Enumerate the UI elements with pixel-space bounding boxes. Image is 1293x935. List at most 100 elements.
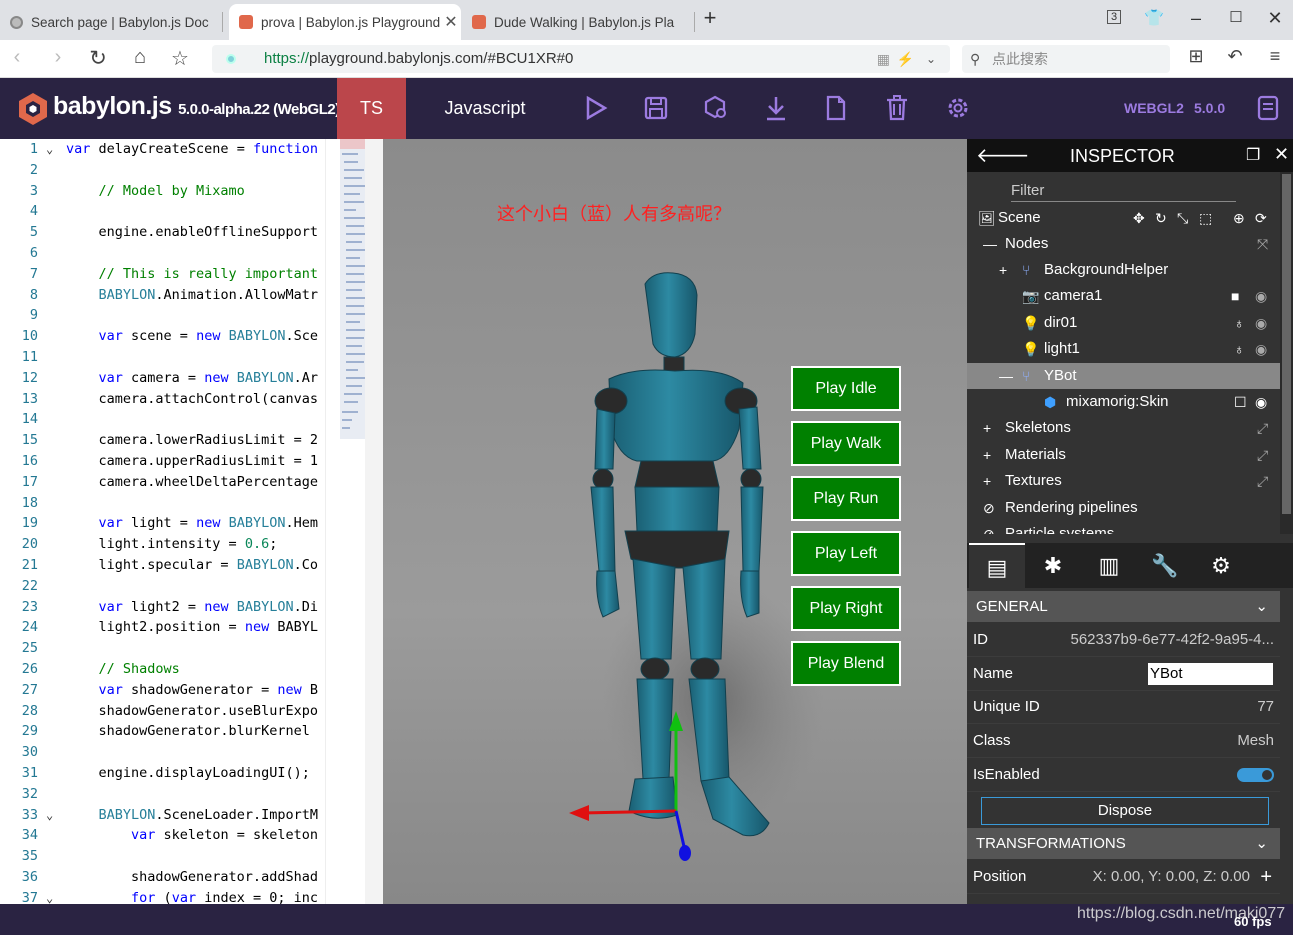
qr-code-icon[interactable]: ▦ [877, 45, 890, 73]
code-line[interactable]: camera.upperRadiusLimit = 1 [66, 453, 318, 469]
eye-icon[interactable]: ◉ [1255, 283, 1267, 309]
javascript-toggle[interactable]: Javascript [430, 78, 540, 139]
fold-chevron-icon[interactable]: ⌄ [46, 142, 53, 156]
expand-icon[interactable]: + [983, 415, 991, 441]
tree-item-backgroundhelper[interactable]: + ⑂ BackgroundHelper [967, 257, 1280, 283]
eye-icon[interactable]: ◉ [1255, 336, 1267, 362]
close-tab-icon[interactable]: ✕ [441, 12, 461, 32]
tree-item-scene[interactable]: 🖼 Scene ✥ ↻ ⤡ ⬚ ⊕ ⟳ [967, 205, 1280, 231]
code-editor[interactable]: 1 ⌄ var delayCreateScene = function 2 3 // M… [0, 139, 383, 904]
save-icon[interactable] [643, 94, 669, 122]
tree-item-nodes[interactable]: — Nodes ⤧ [967, 231, 1280, 257]
settings-gear-icon[interactable] [945, 94, 971, 122]
home-icon[interactable]: ⌂ [127, 46, 153, 69]
code-line[interactable]: shadowGenerator.useBlurExpo [66, 703, 318, 719]
play-run-button[interactable]: Play Run [791, 476, 901, 521]
menu-icon[interactable]: ≡ [1262, 46, 1288, 67]
new-tab-icon[interactable]: + [697, 5, 723, 31]
render-canvas[interactable] [383, 139, 967, 904]
transformations-section-header[interactable]: TRANSFORMATIONS ⌄ [967, 828, 1280, 859]
tree-item-skeletons[interactable]: + Skeletons ⤢ [967, 415, 1280, 441]
dispose-button[interactable]: Dispose [981, 797, 1269, 825]
maximize-icon[interactable]: ☐ [1223, 8, 1249, 26]
tree-item-particle-systems[interactable]: ⊘ Particle systems [967, 521, 1280, 534]
video-camera-icon[interactable]: ■ [1231, 283, 1239, 309]
code-line[interactable]: var shadowGenerator = new B [66, 682, 318, 698]
code-line[interactable]: for (var index = 0; inc [66, 890, 318, 904]
tab-count-badge[interactable]: 3 [1107, 10, 1121, 24]
back-icon[interactable]: ‹ [4, 46, 30, 69]
tree-item-ybot[interactable]: — ⑂ YBot [967, 363, 1280, 389]
code-line[interactable]: engine.displayLoadingUI(); [66, 765, 310, 781]
browser-tab[interactable]: Search page | Babylon.js Doc [0, 4, 222, 40]
light-toggle-icon[interactable]: ♁ [1234, 310, 1245, 336]
isenabled-toggle[interactable] [1237, 768, 1274, 782]
run-icon[interactable] [583, 94, 609, 122]
tree-item-textures[interactable]: + Textures ⤢ [967, 468, 1280, 494]
bounding-box-toggle-icon[interactable]: ☐ [1234, 389, 1247, 415]
code-line[interactable]: var delayCreateScene = function [66, 141, 318, 157]
search-box[interactable]: ⚲ 点此搜索 [962, 45, 1170, 73]
close-window-icon[interactable]: ✕ [1262, 8, 1288, 29]
bounding-box-icon[interactable]: ⬚ [1199, 205, 1212, 231]
download-icon[interactable] [763, 94, 789, 122]
code-line[interactable]: camera.wheelDeltaPercentage [66, 474, 318, 490]
code-line[interactable]: // This is really important [66, 266, 318, 282]
tree-item-skin[interactable]: ⬢ mixamorig:Skin ☐ ◉ [967, 389, 1280, 415]
tree-item-light1[interactable]: 💡 light1 ♁ ◉ [967, 336, 1280, 362]
minimize-icon[interactable]: – [1183, 8, 1209, 29]
close-inspector-icon[interactable]: ✕ [1274, 144, 1289, 165]
code-line[interactable]: // Shadows [66, 661, 180, 677]
play-left-button[interactable]: Play Left [791, 531, 901, 576]
reload-icon[interactable]: ↻ [85, 46, 111, 71]
light-toggle-icon[interactable]: ♁ [1234, 336, 1245, 362]
collapse-icon[interactable]: — [999, 363, 1013, 389]
new-file-icon[interactable] [823, 94, 849, 122]
browser-tab-active[interactable]: prova | Babylon.js Playground ✕ [229, 4, 461, 40]
code-line[interactable]: engine.enableOfflineSupport [66, 224, 318, 240]
name-input[interactable]: YBot [1148, 663, 1273, 685]
typescript-toggle[interactable]: TS [337, 78, 406, 139]
compress-icon[interactable]: ⤧ [1257, 231, 1268, 257]
fold-chevron-icon[interactable]: ⌄ [46, 891, 53, 904]
chevron-down-icon[interactable]: ⌄ [926, 45, 936, 73]
play-walk-button[interactable]: Play Walk [791, 421, 901, 466]
code-line[interactable]: light.intensity = 0.6; [66, 536, 278, 552]
address-bar[interactable]: https://playground.babylonjs.com/#BCU1XR… [212, 45, 950, 73]
filter-input[interactable]: Filter [1011, 182, 1236, 202]
rotate-gizmo-icon[interactable]: ↻ [1155, 205, 1167, 231]
eye-icon[interactable]: ◉ [1255, 389, 1267, 415]
code-line[interactable]: light.specular = BABYLON.Co [66, 557, 318, 573]
expand-icon[interactable]: + [983, 468, 991, 494]
code-line[interactable]: var skeleton = skeleton [66, 827, 318, 843]
expand-icon[interactable]: + [999, 257, 1007, 283]
inspector-tree-scrollbar[interactable] [1280, 172, 1293, 534]
lightning-icon[interactable]: ⚡ [897, 45, 914, 73]
play-right-button[interactable]: Play Right [791, 586, 901, 631]
translate-gizmo-icon[interactable]: ✥ [1133, 205, 1145, 231]
play-idle-button[interactable]: Play Idle [791, 366, 901, 411]
code-line[interactable]: BABYLON.Animation.AllowMatr [66, 287, 318, 303]
shirt-icon[interactable]: 👕 [1141, 8, 1167, 28]
expand-arrows-icon[interactable]: ⤢ [1257, 415, 1268, 441]
expand-plus-icon[interactable]: + [1260, 860, 1272, 894]
code-line[interactable]: shadowGenerator.addShad [66, 869, 318, 885]
expand-icon[interactable]: + [983, 442, 991, 468]
grid-apps-icon[interactable]: ⊞ [1183, 46, 1209, 67]
code-line[interactable]: var light2 = new BABYLON.Di [66, 599, 319, 615]
refresh-icon[interactable]: ⟳ [1255, 205, 1267, 231]
expand-arrows-icon[interactable]: ⤢ [1257, 468, 1268, 494]
tree-item-dir01[interactable]: 💡 dir01 ♁ ◉ [967, 310, 1280, 336]
expand-arrows-icon[interactable]: ⤢ [1257, 442, 1268, 468]
undo-icon[interactable]: ↶ [1222, 46, 1248, 67]
examples-icon[interactable] [1255, 94, 1281, 122]
general-section-header[interactable]: GENERAL ⌄ [967, 591, 1280, 622]
forward-icon[interactable]: › [45, 46, 71, 69]
popout-icon[interactable]: ❐ [1246, 145, 1260, 165]
tree-item-camera1[interactable]: 📷 camera1 ■ ◉ [967, 283, 1280, 309]
editor-scrollbar[interactable] [365, 139, 383, 904]
code-line[interactable]: shadowGenerator.blurKernel [66, 723, 318, 739]
crosshair-icon[interactable]: ⊕ [1233, 205, 1245, 231]
code-line[interactable]: var camera = new BABYLON.Ar [66, 370, 319, 386]
tree-item-rendering-pipelines[interactable]: ⊘ Rendering pipelines [967, 495, 1280, 521]
